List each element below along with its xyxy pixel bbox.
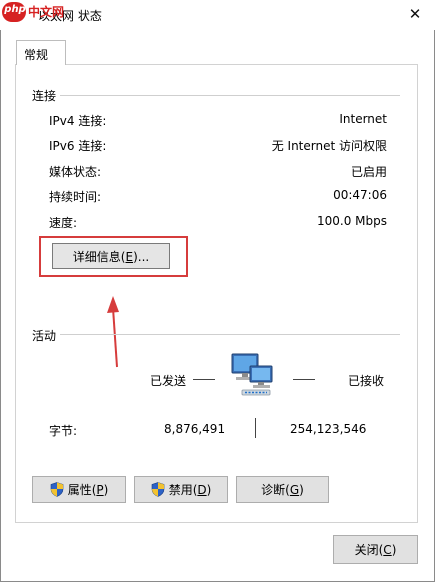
properties-button[interactable]: 属性(P) [32, 476, 126, 503]
uac-shield-icon [151, 482, 164, 497]
close-button[interactable]: 关闭(C) [333, 535, 418, 564]
uac-shield-icon [50, 482, 63, 497]
bytes-sent-value: 8,876,491 [164, 422, 226, 436]
received-label: 已接收 [348, 374, 385, 388]
diagnose-button[interactable]: 诊断(G) [236, 476, 329, 503]
properties-button-label: 属性(P) [67, 483, 109, 497]
network-computers-icon [231, 353, 273, 396]
disable-button[interactable]: 禁用(D) [134, 476, 228, 503]
tab-general-label: 常规 [24, 48, 49, 62]
disable-button-label: 禁用(D) [168, 483, 212, 497]
received-line [293, 379, 315, 380]
bytes-received-value: 254,123,546 [290, 422, 367, 436]
tab-general[interactable]: 常规 [16, 40, 66, 65]
bytes-divider [255, 418, 256, 438]
close-button-label: 关闭(C) [354, 543, 397, 557]
diagnose-button-label: 诊断(G) [261, 483, 304, 497]
bytes-label: 字节: [49, 424, 78, 438]
activity-section-rule [60, 334, 400, 335]
activity-section-title: 活动 [32, 329, 57, 343]
sent-label: 已发送 [150, 374, 187, 388]
sent-line [193, 379, 215, 380]
